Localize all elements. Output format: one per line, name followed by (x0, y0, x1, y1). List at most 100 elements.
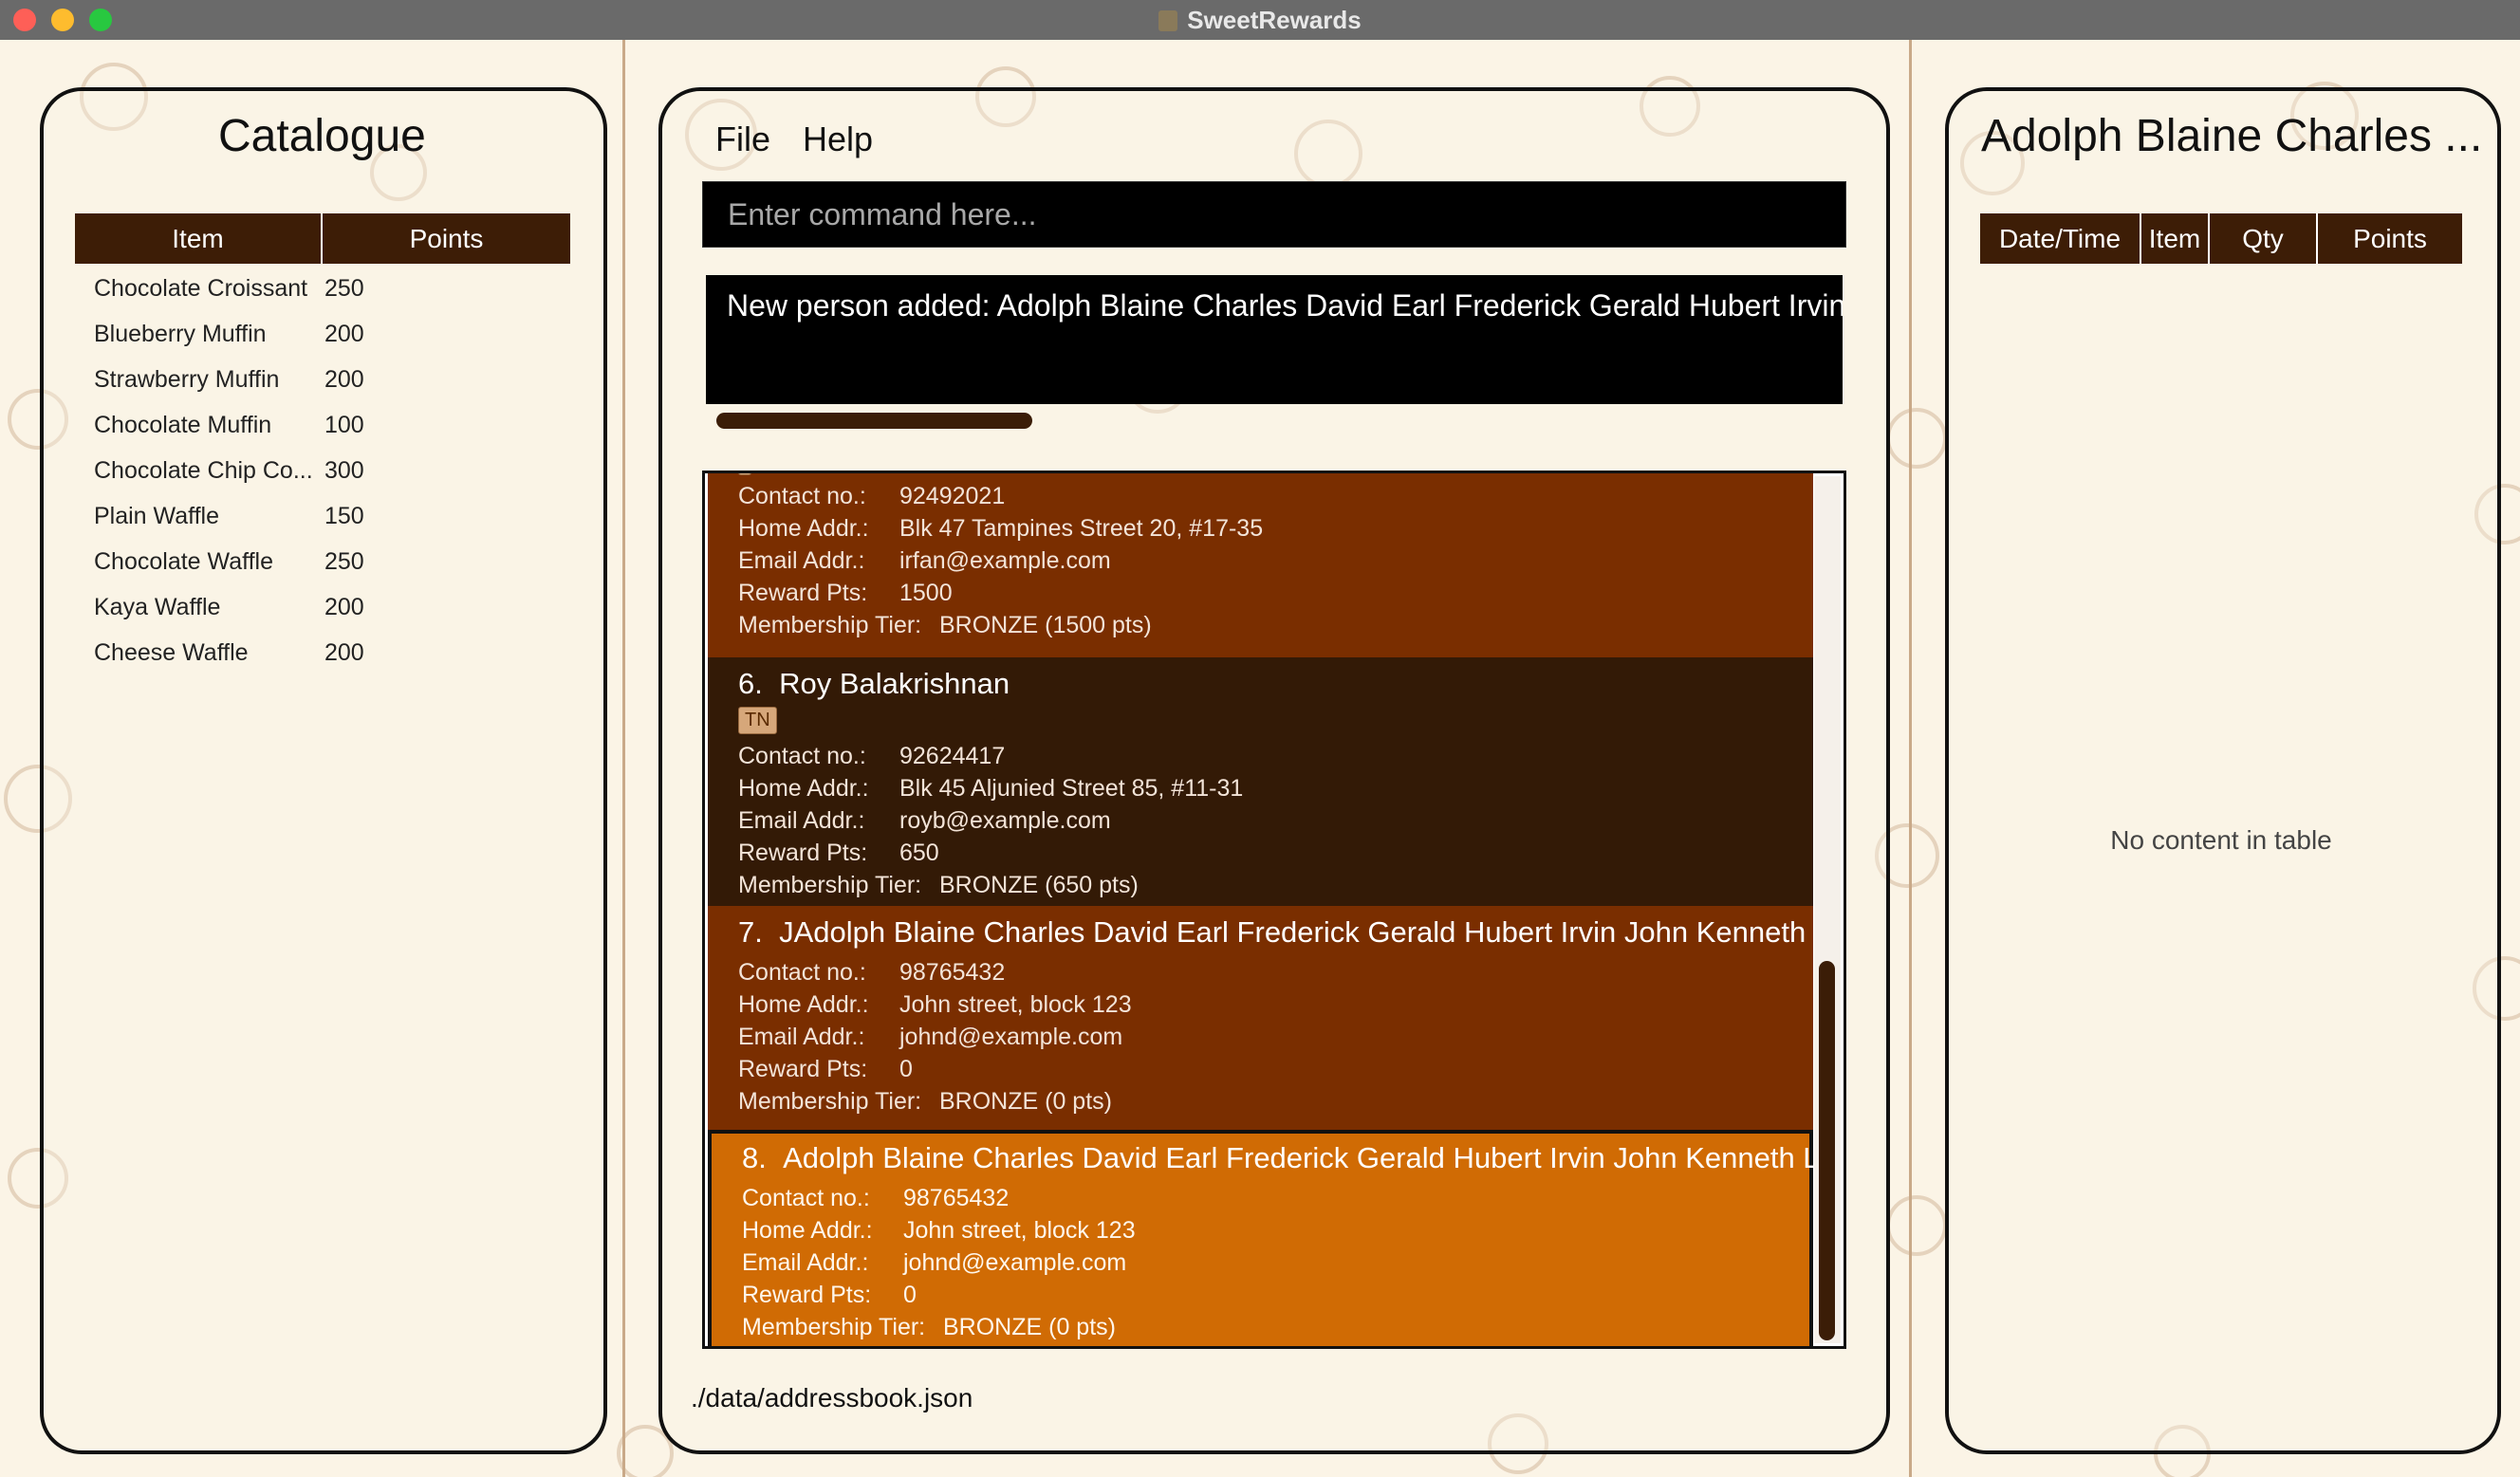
table-row[interactable]: Plain Waffle 150 (75, 493, 570, 539)
table-row[interactable]: Chocolate Waffle 250 (75, 539, 570, 584)
contact-value: 92492021 (899, 483, 1006, 509)
catalogue-table-header: Item Points (75, 213, 570, 264)
result-horizontal-scrollbar[interactable] (716, 413, 1032, 429)
person-card[interactable]: 6. Roy Balakrishnan TN Contact no.: 92624… (708, 657, 1813, 906)
tier-label: Membership Tier: (738, 612, 922, 638)
table-row[interactable]: Kaya Waffle 200 (75, 584, 570, 630)
email-label: Email Addr.: (738, 1024, 865, 1050)
points-label: Reward Pts: (738, 580, 868, 606)
home-label: Home Addr.: (738, 991, 869, 1018)
item-points: 200 (324, 365, 364, 393)
person-name: 7. JAdolph Blaine Charles David Earl Fre… (738, 915, 1846, 950)
points-row: Reward Pts: 650 (738, 840, 939, 867)
home-value: John street, block 123 (903, 1217, 1136, 1244)
column-header-qty[interactable]: Qty (2210, 213, 2318, 264)
transactions-panel (1945, 87, 2501, 1454)
result-display[interactable]: New person added: Adolph Blaine Charles … (706, 275, 1843, 404)
email-row: Email Addr.: royb@example.com (738, 807, 1111, 835)
home-row: Home Addr.: John street, block 123 (738, 991, 1132, 1019)
split-divider-right[interactable] (1909, 40, 1912, 1477)
contact-label: Contact no.: (738, 743, 866, 769)
transactions-table-header: Date/Time Item Qty Points (1980, 213, 2462, 264)
person-index: 6. (738, 667, 763, 700)
points-value: 650 (899, 840, 939, 866)
email-row: Email Addr.: johnd@example.com (738, 1024, 1122, 1051)
tier-value: BRONZE (0 pts) (939, 1088, 1112, 1115)
contact-row: Contact no.: 98765432 (742, 1185, 1009, 1212)
item-name: Chocolate Waffle (94, 547, 273, 575)
email-value: royb@example.com (899, 807, 1111, 834)
points-label: Reward Pts: (738, 1056, 868, 1082)
split-divider-left[interactable] (622, 40, 625, 1477)
window-title: SweetRewards (0, 4, 2520, 36)
contact-value: 98765432 (899, 959, 1006, 986)
person-card[interactable]: Contact no.: 92492021 Home Addr.: Blk 47 T… (708, 473, 1813, 657)
column-header-item[interactable]: Item (2141, 213, 2210, 264)
item-points: 200 (324, 638, 364, 666)
title-bar: SweetRewards (0, 0, 2520, 40)
column-header-item[interactable]: Item (75, 213, 323, 264)
app-icon (1158, 10, 1178, 31)
column-header-datetime[interactable]: Date/Time (1980, 213, 2141, 264)
points-label: Reward Pts: (738, 840, 868, 866)
item-points: 150 (324, 502, 364, 529)
item-points: 200 (324, 320, 364, 347)
tier-label: Membership Tier: (742, 1314, 926, 1340)
person-index: 8. (742, 1141, 767, 1174)
email-value: johnd@example.com (903, 1249, 1127, 1276)
email-label: Email Addr.: (738, 807, 865, 834)
table-row[interactable]: Chocolate Croissant 250 (75, 266, 570, 311)
item-points: 250 (324, 547, 364, 575)
contact-label: Contact no.: (742, 1185, 870, 1211)
list-scrollbar-thumb[interactable] (1819, 961, 1835, 1340)
table-row[interactable]: Chocolate Chip Co... 300 (75, 448, 570, 493)
tier-row: Membership Tier: BRONZE (650 pts) (738, 872, 1139, 899)
menu-help[interactable]: Help (803, 120, 873, 159)
tier-label: Membership Tier: (738, 872, 922, 898)
tier-value: BRONZE (1500 pts) (939, 612, 1152, 638)
item-name: Chocolate Muffin (94, 411, 272, 438)
tag-badge (738, 473, 751, 475)
home-row: Home Addr.: Blk 45 Aljunied Street 85, #1… (738, 775, 1243, 803)
home-value: Blk 47 Tampines Street 20, #17-35 (899, 515, 1264, 542)
empty-table-message: No content in table (2110, 825, 2332, 855)
points-value: 0 (903, 1282, 917, 1308)
table-row[interactable]: Cheese Waffle 200 (75, 630, 570, 675)
email-label: Email Addr.: (742, 1249, 869, 1276)
person-card-selected[interactable]: 8. Adolph Blaine Charles David Earl Fred… (708, 1130, 1844, 1346)
table-row[interactable]: Blueberry Muffin 200 (75, 311, 570, 357)
item-name: Cheese Waffle (94, 638, 249, 666)
window-title-text: SweetRewards (1187, 6, 1362, 34)
person-list: Contact no.: 92492021 Home Addr.: Blk 47 T… (702, 471, 1846, 1349)
home-label: Home Addr.: (742, 1217, 873, 1244)
person-card[interactable]: 7. JAdolph Blaine Charles David Earl Fre… (708, 906, 1844, 1130)
person-index: 7. (738, 915, 763, 949)
transactions-title: Adolph Blaine Charles ... (1981, 111, 2483, 161)
catalogue-table-body: Chocolate Croissant 250 Blueberry Muffin 2… (75, 266, 570, 675)
points-row: Reward Pts: 0 (742, 1282, 917, 1309)
menu-file[interactable]: File (715, 120, 770, 159)
command-input[interactable] (726, 195, 1845, 233)
person-name-text: JAdolph Blaine Charles David Earl Freder… (779, 915, 1846, 949)
contact-value: 92624417 (899, 743, 1006, 769)
item-name: Plain Waffle (94, 502, 220, 529)
points-value: 1500 (899, 580, 953, 606)
contact-label: Contact no.: (738, 959, 866, 986)
person-name-text: Roy Balakrishnan (779, 667, 1010, 700)
tier-row: Membership Tier: BRONZE (1500 pts) (738, 612, 1152, 639)
item-points: 200 (324, 593, 364, 620)
column-header-points[interactable]: Points (2318, 213, 2462, 264)
table-row[interactable]: Strawberry Muffin 200 (75, 357, 570, 402)
contact-row: Contact no.: 92624417 (738, 743, 1005, 770)
item-name: Chocolate Croissant (94, 274, 308, 302)
person-name: 8. Adolph Blaine Charles David Earl Fred… (742, 1141, 1844, 1175)
table-row[interactable]: Chocolate Muffin 100 (75, 402, 570, 448)
home-row: Home Addr.: John street, block 123 (742, 1217, 1136, 1245)
email-value: johnd@example.com (899, 1024, 1123, 1050)
home-value: Blk 45 Aljunied Street 85, #11-31 (899, 775, 1244, 802)
email-row: Email Addr.: johnd@example.com (742, 1249, 1126, 1277)
contact-row: Contact no.: 92492021 (738, 483, 1005, 510)
item-name: Kaya Waffle (94, 593, 221, 620)
home-row: Home Addr.: Blk 47 Tampines Street 20, #1… (738, 515, 1263, 543)
column-header-points[interactable]: Points (323, 213, 570, 264)
